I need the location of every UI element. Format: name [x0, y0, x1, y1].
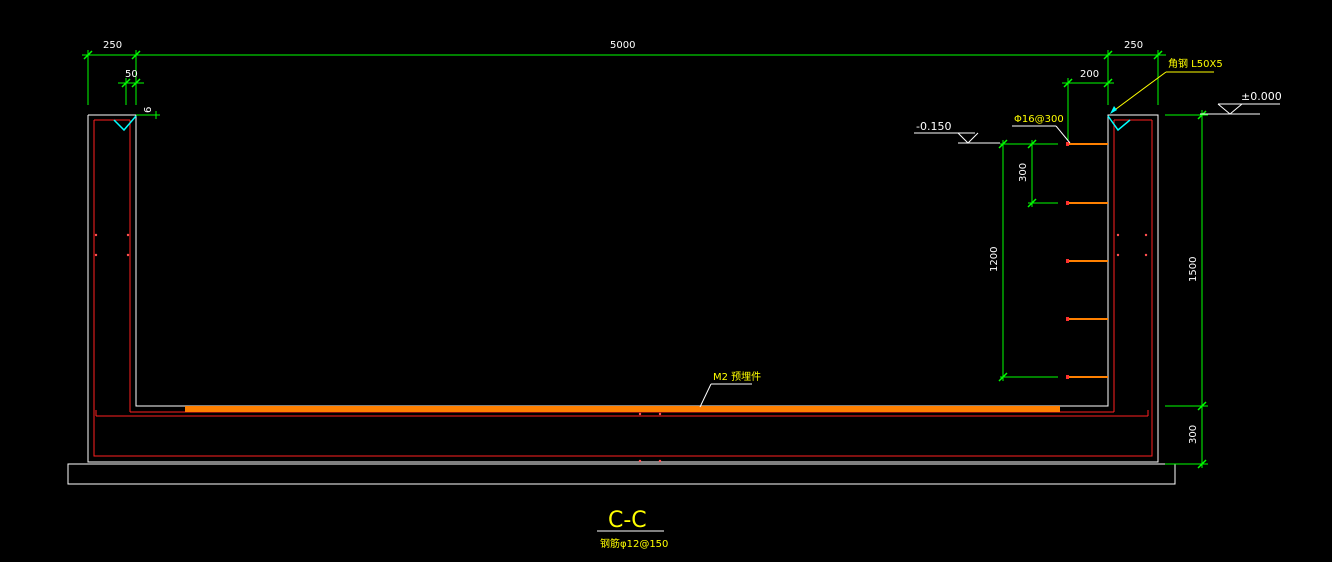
dim-slab-thickness: 300 — [1188, 425, 1199, 444]
mortar-strip — [185, 406, 1060, 412]
anchor-bars — [1066, 142, 1108, 379]
bar-elevation-label: -0.150 — [916, 120, 951, 133]
section-title: C-C — [608, 508, 647, 533]
dimension-lines — [82, 50, 1208, 468]
dim-small-tag: 6 — [143, 107, 154, 113]
section-drawing: 250 5000 250 50 200 6 300 1200 1500 300 … — [67, 40, 1282, 550]
top-elevation-symbol — [1200, 103, 1280, 115]
angle-steel-left — [113, 115, 137, 132]
cad-drawing-canvas: 250 5000 250 50 200 6 300 1200 1500 300 … — [0, 0, 1332, 562]
dim-span: 5000 — [610, 40, 635, 51]
concrete-outline — [67, 114, 1176, 485]
dim-wall-height: 1500 — [1188, 257, 1199, 282]
mortar-label: M2 预埋件 — [713, 371, 761, 383]
bar-callout-leader — [1012, 125, 1071, 144]
angle-steel-right — [1107, 115, 1131, 132]
dim-bar-length: 200 — [1080, 69, 1099, 80]
dim-bar-spacing: 300 — [1018, 163, 1029, 182]
dim-left-wall: 250 — [103, 40, 122, 51]
top-elevation-label: ±0.000 — [1241, 90, 1282, 103]
dim-corner-offset: 50 — [125, 69, 138, 80]
mortar-leader — [699, 383, 752, 408]
dim-bar-zone-height: 1200 — [989, 247, 1000, 272]
bar-elevation-symbol — [914, 132, 1000, 144]
leader-arrow-icon — [1110, 106, 1117, 114]
bar-callout-label: Φ16@300 — [1014, 114, 1064, 125]
section-note: 钢筋φ12@150 — [600, 537, 668, 550]
dim-right-wall: 250 — [1124, 40, 1143, 51]
angle-steel-label: 角钢 L50X5 — [1168, 57, 1223, 70]
angle-steel-leader — [1111, 71, 1214, 113]
